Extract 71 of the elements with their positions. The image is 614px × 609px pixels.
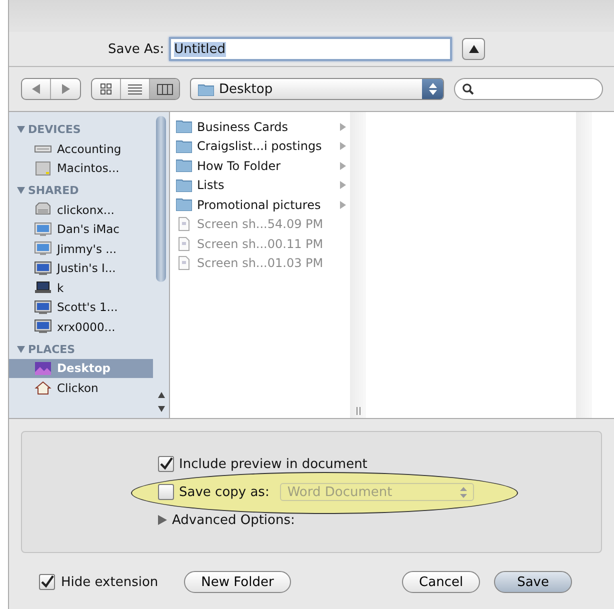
right-triangle-icon: [340, 122, 346, 131]
checkbox[interactable]: [39, 574, 55, 590]
monitor-icon: [34, 241, 52, 256]
up-triangle-icon: [468, 45, 479, 53]
document-icon: [176, 256, 192, 270]
sidebar-item[interactable]: Scott's 1...: [9, 298, 153, 317]
file-item[interactable]: Business Cards: [170, 117, 350, 136]
default-button[interactable]: Save: [494, 571, 572, 593]
disclosure-triangle-icon: [17, 346, 25, 352]
save-as-label: Save As:: [108, 42, 164, 56]
sidebar-item[interactable]: Clickon: [9, 378, 153, 398]
right-triangle-icon: [340, 181, 346, 190]
right-triangle-icon: [340, 162, 346, 170]
push-button[interactable]: New Folder: [184, 571, 291, 593]
disclosure-triangle-icon: [17, 126, 25, 133]
monitor-icon: [34, 260, 52, 276]
monitor-icon: [34, 300, 52, 315]
right-triangle-icon: [340, 200, 346, 209]
file-item[interactable]: Craigslist...i postings: [170, 136, 350, 156]
scroll-down-arrow-icon: [158, 406, 164, 412]
file-item[interactable]: Lists: [170, 176, 350, 195]
collapse-button[interactable]: [462, 38, 486, 60]
option-label: Advanced Options:: [172, 512, 295, 528]
file-item[interactable]: How To Folder: [170, 156, 350, 176]
list-icon: [128, 84, 142, 94]
folder-icon: [198, 82, 214, 96]
sidebar-item[interactable]: k: [9, 278, 153, 298]
disclosure-triangle-icon: [17, 187, 25, 194]
scroll-up-arrow-icon: [158, 392, 164, 398]
right-triangle-icon: [340, 142, 346, 150]
sidebar-item[interactable]: xrx0000...: [9, 317, 153, 336]
sidebar-item[interactable]: Jimmy's ...: [9, 239, 153, 258]
desktop-icon: [34, 360, 52, 376]
hide-extension-label: Hide extension: [61, 574, 158, 590]
sidebar-item[interactable]: Justin's I...: [9, 258, 153, 278]
folder-icon: [176, 140, 192, 153]
sidebar-item[interactable]: Accounting: [9, 139, 153, 158]
search-icon: [462, 83, 474, 95]
checkmark-icon: [40, 575, 54, 589]
file-item[interactable]: Promotional pictures: [170, 195, 350, 214]
disclosure-triangle-icon[interactable]: [158, 515, 167, 525]
sidebar-item[interactable]: Dan's iMac: [9, 220, 153, 239]
sidebar-item[interactable]: Macintos...: [9, 158, 153, 178]
checkbox[interactable]: [158, 456, 174, 472]
grid-icon: [100, 83, 112, 95]
resize-handle-icon[interactable]: [356, 407, 360, 415]
left-triangle-icon: [31, 84, 41, 94]
columns-view-button[interactable]: [150, 79, 179, 99]
house-icon: [34, 380, 52, 396]
document-icon: [176, 217, 192, 232]
monitor-icon: [34, 222, 52, 237]
up-down-arrows-icon: [428, 83, 436, 95]
folder-icon: [176, 198, 192, 212]
up-down-arrows-icon: [460, 486, 468, 498]
option-label: Save copy as:: [179, 484, 270, 500]
location-popup[interactable]: Desktop: [190, 78, 444, 100]
checkmark-icon: [159, 457, 173, 471]
folder-icon: [176, 120, 192, 134]
push-button[interactable]: Cancel: [402, 571, 480, 593]
file-name-field[interactable]: Untitled: [169, 37, 452, 61]
document-icon: [176, 236, 192, 251]
folder-icon: [176, 178, 192, 192]
columns-icon: [156, 84, 172, 94]
search-field[interactable]: [454, 78, 603, 100]
right-triangle-icon: [60, 84, 70, 94]
option-label: Include preview in document: [179, 456, 368, 472]
sidebar-item[interactable]: clickonx...: [9, 200, 153, 220]
monitor-icon: [34, 319, 52, 334]
folder-icon: [176, 159, 192, 172]
server-icon: [34, 202, 52, 218]
laptop-icon: [34, 280, 52, 296]
